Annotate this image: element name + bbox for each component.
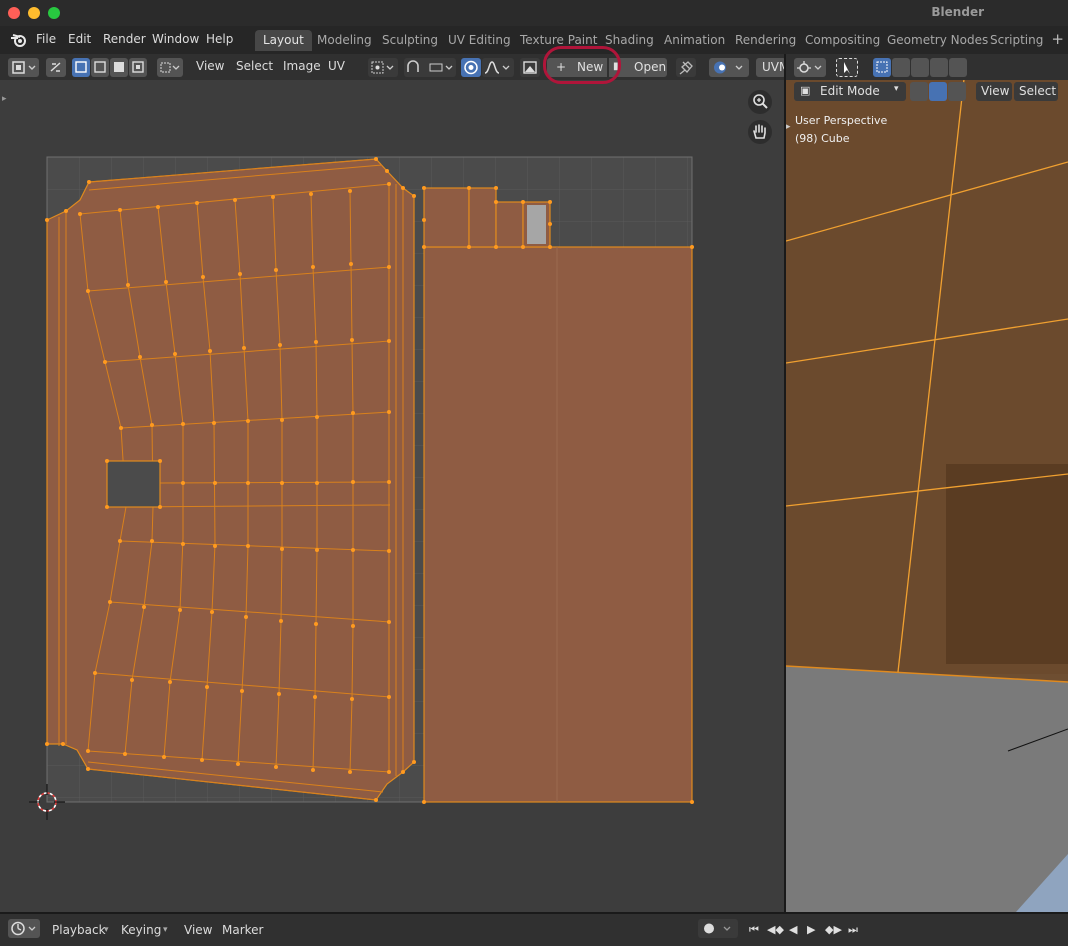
timeline-header: Playback ▾ Keying ▾ View Marker ⏮ ◀◆ ◀ ▶… (0, 912, 1068, 946)
viewport-editor-type-icon[interactable] (794, 58, 826, 77)
window-titlebar: Blender (0, 0, 1068, 26)
face-select-icon[interactable] (948, 82, 966, 101)
select-invert-icon[interactable] (930, 58, 948, 77)
viewport-menu-view[interactable]: View (976, 82, 1012, 101)
timeline-menu-view[interactable]: View (184, 923, 212, 937)
tab-geometry-nodes[interactable]: Geometry Nodes (879, 30, 996, 51)
tab-layout[interactable]: Layout (255, 30, 312, 51)
timeline-menu-marker[interactable]: Marker (222, 923, 263, 937)
tab-animation[interactable]: Animation (656, 30, 733, 51)
tab-sculpting[interactable]: Sculpting (374, 30, 446, 51)
viewport-header (786, 54, 1068, 80)
viewport-perspective-label: User Perspective (795, 114, 888, 127)
play-icon[interactable]: ▶ (807, 923, 815, 936)
prev-keyframe-icon[interactable]: ◀◆ (767, 923, 784, 936)
select-tool-icon[interactable] (836, 58, 858, 77)
play-reverse-icon[interactable]: ◀ (789, 923, 797, 936)
keying-chevron-icon: ▾ (163, 925, 168, 935)
menu-window[interactable]: Window (152, 32, 199, 46)
timeline-menu-playback[interactable]: Playback (52, 923, 106, 937)
viewport-subheader: ▣ Edit Mode ▾ View Select (786, 80, 1068, 104)
edit-mode-icon: ▣ (800, 84, 811, 97)
timeline-editor-type-icon[interactable] (8, 919, 40, 938)
top-bar: File Edit Render Window Help Layout Mode… (0, 26, 1068, 54)
toolbar-expand-icon[interactable]: ▸ (786, 122, 791, 132)
uv-island-main[interactable] (46, 158, 415, 801)
maximize-window-button[interactable] (48, 7, 60, 19)
3d-viewport[interactable]: ▣ Edit Mode ▾ View Select User Perspecti… (786, 54, 1068, 912)
close-window-button[interactable] (8, 7, 20, 19)
app-title: Blender (931, 5, 984, 19)
playback-chevron-icon: ▾ (104, 925, 109, 935)
next-keyframe-icon[interactable]: ◆▶ (825, 923, 842, 936)
uv-island-hole (106, 460, 161, 508)
uv-canvas[interactable] (0, 54, 784, 912)
viewport-select-label: Select (1019, 84, 1057, 98)
minimize-window-button[interactable] (28, 7, 40, 19)
jump-end-icon[interactable]: ⏭ (848, 923, 858, 937)
select-intersect-icon[interactable] (949, 58, 967, 77)
add-workspace-plus-icon[interactable]: + (1051, 30, 1064, 48)
jump-start-icon[interactable]: ⏮ (749, 923, 759, 937)
select-subtract-icon[interactable] (911, 58, 929, 77)
select-new-icon[interactable] (873, 58, 891, 77)
edge-select-icon[interactable] (929, 82, 947, 101)
viewport-view-label: View (981, 84, 1010, 98)
mode-label: Edit Mode (820, 84, 880, 98)
mode-selector[interactable]: ▣ Edit Mode ▾ (794, 82, 906, 101)
menu-render[interactable]: Render (103, 32, 146, 46)
open-image-label: Open (634, 60, 667, 74)
tab-rendering[interactable]: Rendering (727, 30, 804, 51)
menu-file[interactable]: File (36, 32, 56, 46)
menu-help[interactable]: Help (206, 32, 233, 46)
chevron-down-icon: ▾ (894, 84, 899, 94)
tab-modeling[interactable]: Modeling (309, 30, 380, 51)
tab-uv-editing[interactable]: UV Editing (440, 30, 519, 51)
new-button-highlight (543, 46, 621, 84)
uv-island-large[interactable] (423, 246, 693, 803)
uv-editor[interactable]: View Select Image UV UVM ▸ (0, 54, 789, 912)
viewport-scene (786, 54, 1068, 912)
record-icon[interactable] (698, 919, 738, 938)
select-extend-icon[interactable] (892, 58, 910, 77)
blender-logo-icon[interactable] (10, 32, 28, 48)
timeline-menu-keying[interactable]: Keying (121, 923, 161, 937)
menu-edit[interactable]: Edit (68, 32, 91, 46)
vertex-select-icon[interactable] (910, 82, 928, 101)
tab-compositing[interactable]: Compositing (797, 30, 888, 51)
tab-scripting[interactable]: Scripting (982, 30, 1051, 51)
viewport-object-label: (98) Cube (795, 132, 850, 145)
viewport-menu-select[interactable]: Select (1014, 82, 1058, 101)
